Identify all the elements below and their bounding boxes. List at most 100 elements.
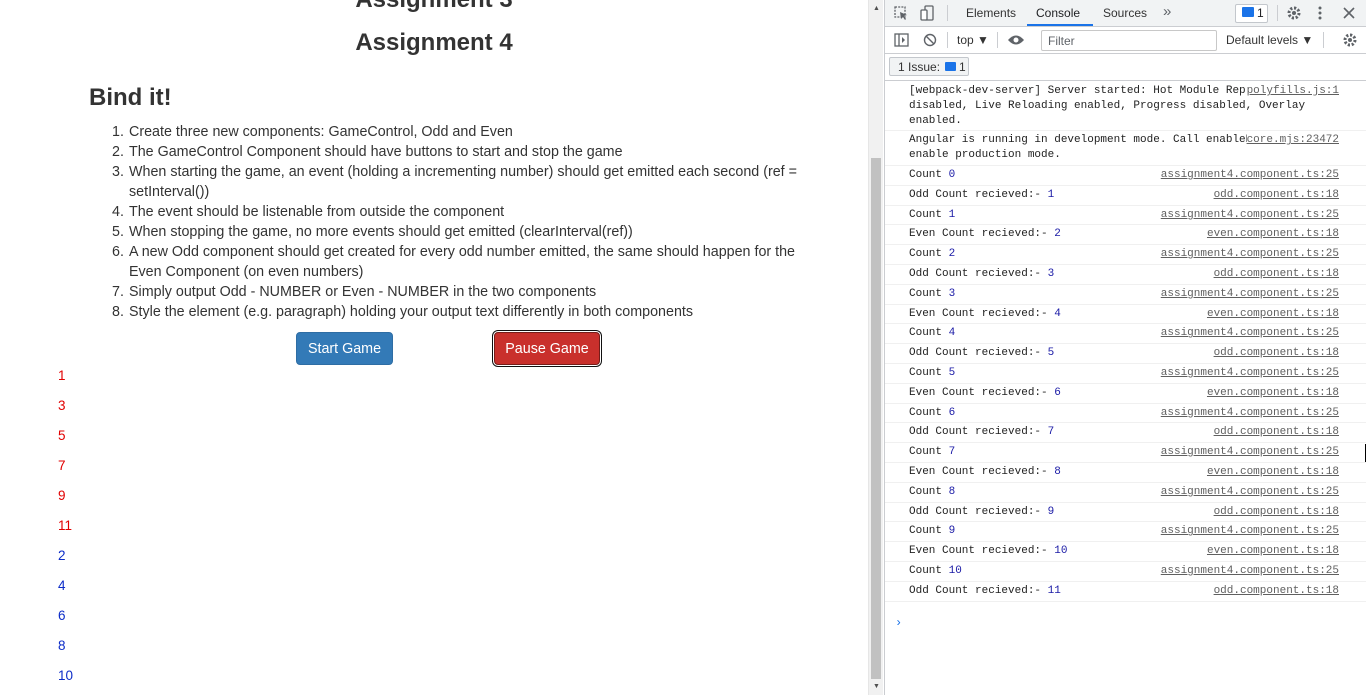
message-number: 1 (948, 208, 956, 221)
source-link[interactable]: even.component.ts:18 (1206, 306, 1339, 322)
console-message: Even Count recieved:- 6 even.component.ts… (885, 384, 1366, 404)
source-link[interactable]: assignment4.component.ts:25 (1160, 167, 1339, 183)
console-messages: [webpack-dev-server] Server started: Hot… (885, 82, 1366, 602)
device-toolbar-icon[interactable] (920, 5, 936, 21)
context-select[interactable]: top ▼ (957, 33, 989, 47)
message-number: 4 (948, 327, 956, 340)
message-number: 6 (1054, 386, 1061, 399)
message-text: Count (909, 525, 949, 538)
console-message: Count 0 assignment4.component.ts:25 (885, 166, 1366, 186)
source-link[interactable]: even.component.ts:18 (1206, 227, 1339, 243)
message-text: Count (909, 168, 949, 181)
message-number: 5 (948, 366, 956, 379)
console-prompt-icon[interactable]: › (895, 616, 902, 630)
context-value: top (957, 33, 974, 47)
console-message: Odd Count recieved:- 11 odd.component.ts:… (885, 582, 1366, 602)
issues-badge[interactable]: 1 (1235, 4, 1268, 23)
message-text: Count (909, 446, 949, 459)
source-link[interactable]: assignment4.component.ts:25 (1160, 365, 1339, 381)
tab-elements[interactable]: Elements (966, 6, 1016, 20)
pause-game-button[interactable]: Pause Game (494, 332, 600, 365)
source-link[interactable]: odd.component.ts:18 (1213, 583, 1339, 599)
task-item: 8. Style the element (e.g. paragraph) hol… (112, 302, 819, 322)
source-link[interactable]: odd.component.ts:18 (1213, 187, 1339, 203)
message-number: 2 (1054, 228, 1061, 241)
odd-output: 7 (58, 458, 66, 473)
message-text: Count (909, 406, 949, 419)
message-number: 6 (948, 406, 956, 419)
source-link[interactable]: odd.component.ts:18 (1213, 504, 1339, 520)
task-item: 5. When stopping the game, no more events… (112, 222, 819, 242)
toolbar-divider (1277, 5, 1278, 21)
even-output: 8 (58, 638, 66, 653)
source-link[interactable]: assignment4.component.ts:25 (1160, 563, 1339, 579)
scrollbar-thumb[interactable] (871, 158, 881, 679)
tab-sources[interactable]: Sources (1103, 6, 1147, 20)
scroll-down-arrow-icon[interactable]: ▼ (873, 683, 880, 690)
task-item: 2. The GameControl Component should have … (112, 142, 819, 162)
console-toolbar: top ▼ Default levels ▼ (885, 27, 1366, 54)
source-link[interactable]: even.component.ts:18 (1206, 464, 1339, 480)
more-options-icon[interactable] (1317, 5, 1323, 21)
issues-count: 1 (1257, 6, 1264, 20)
message-text: Odd Count recieved:- (909, 584, 1048, 597)
message-text: Count (909, 287, 949, 300)
message-number: 9 (948, 525, 956, 538)
source-link[interactable]: assignment4.component.ts:25 (1160, 405, 1339, 421)
console-message: Even Count recieved:- 8 even.component.ts… (885, 463, 1366, 483)
more-tabs-chevron-icon[interactable]: » (1163, 3, 1171, 20)
message-number: 9 (1047, 505, 1055, 518)
message-number: 10 (948, 564, 962, 577)
toolbar-divider (947, 32, 948, 48)
close-icon[interactable] (1343, 7, 1355, 19)
message-number: 10 (1054, 545, 1068, 558)
log-levels-select[interactable]: Default levels ▼ (1226, 33, 1313, 47)
even-output: 10 (58, 668, 74, 683)
source-link[interactable]: assignment4.component.ts:25 (1160, 286, 1339, 302)
page-scrollbar[interactable]: ▲ ▼ (868, 0, 883, 695)
console-message: Count 4 assignment4.component.ts:25 (885, 324, 1366, 345)
message-number: 4 (1054, 307, 1061, 320)
devtools-tabbar: Elements Console Sources » 1 (885, 0, 1366, 27)
start-game-button[interactable]: Start Game (296, 332, 393, 365)
task-number: 6. (112, 244, 124, 260)
task-number: 8. (112, 304, 124, 320)
live-expression-eye-icon[interactable] (1007, 34, 1025, 46)
dropdown-arrow-icon: ▼ (977, 33, 989, 47)
inspect-element-icon[interactable] (894, 6, 909, 21)
settings-gear-icon[interactable] (1286, 5, 1302, 21)
source-link[interactable]: polyfills.js:1 (1246, 84, 1339, 99)
message-text: Count (909, 248, 949, 261)
source-link[interactable]: assignment4.component.ts:25 (1160, 445, 1339, 460)
issues-chip[interactable]: 1 Issue: 1 (889, 57, 969, 76)
odd-output: 1 (58, 368, 66, 383)
source-link[interactable]: odd.component.ts:18 (1213, 425, 1339, 441)
source-link[interactable]: assignment4.component.ts:25 (1160, 484, 1339, 500)
console-settings-gear-icon[interactable] (1342, 32, 1358, 48)
source-link[interactable]: assignment4.component.ts:25 (1160, 207, 1339, 223)
source-link[interactable]: even.component.ts:18 (1206, 544, 1339, 559)
source-link[interactable]: assignment4.component.ts:25 (1160, 247, 1339, 262)
source-link[interactable]: core.mjs:23472 (1246, 133, 1339, 149)
message-number: 8 (948, 485, 956, 498)
console-message: Count 10 assignment4.component.ts:25 (885, 562, 1366, 582)
task-item: 7. Simply output Odd - NUMBER or Even - N… (112, 282, 819, 302)
log-levels-value: Default levels (1226, 33, 1299, 47)
clear-console-icon[interactable] (923, 33, 937, 47)
console-message: Even Count recieved:- 4 even.component.ts… (885, 305, 1366, 325)
scroll-up-arrow-icon[interactable]: ▲ (873, 5, 880, 12)
task-text: Create three new components: GameControl… (129, 124, 513, 140)
message-number: 0 (948, 168, 956, 181)
console-message: Angular is running in development mode. … (885, 131, 1366, 166)
message-text: Odd Count recieved:- (909, 188, 1048, 201)
source-link[interactable]: even.component.ts:18 (1206, 385, 1339, 401)
console-message: Count 6 assignment4.component.ts:25 (885, 404, 1366, 424)
source-link[interactable]: assignment4.component.ts:25 (1160, 326, 1339, 342)
source-link[interactable]: assignment4.component.ts:25 (1160, 524, 1339, 540)
tab-console[interactable]: Console (1036, 6, 1080, 20)
source-link[interactable]: odd.component.ts:18 (1213, 266, 1339, 282)
source-link[interactable]: odd.component.ts:18 (1213, 346, 1339, 361)
filter-input[interactable] (1041, 30, 1217, 51)
message-text: Count (909, 485, 949, 498)
sidebar-toggle-icon[interactable] (894, 33, 909, 47)
